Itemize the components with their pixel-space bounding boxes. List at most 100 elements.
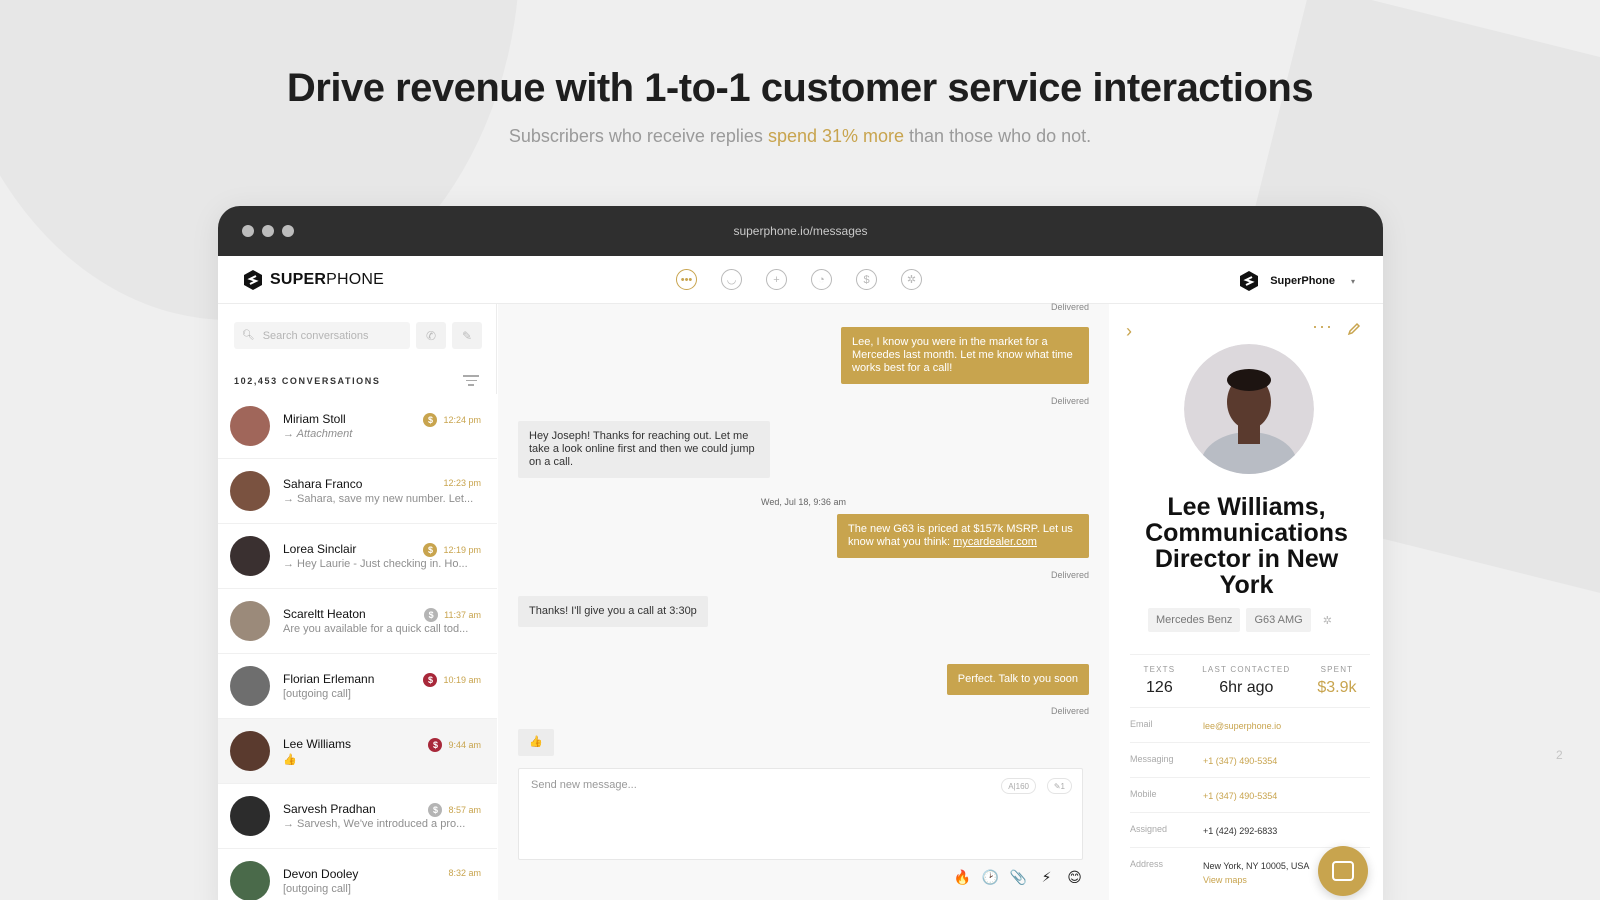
field-label: Assigned: [1130, 824, 1168, 834]
attachment-icon[interactable]: 📎: [1010, 869, 1027, 886]
conversation-meta: $8:57 am: [428, 803, 481, 817]
filter-icon[interactable]: [463, 372, 479, 389]
avatar: [230, 861, 270, 900]
message-link[interactable]: mycardealer.com: [953, 536, 1037, 548]
contacts-icon[interactable]: ◡: [721, 269, 742, 290]
message-outgoing: Perfect. Talk to you soon: [946, 664, 1089, 695]
schedule-icon[interactable]: 🕑: [982, 869, 999, 886]
contact-photo: [1184, 344, 1314, 474]
search-input[interactable]: 🔍︎ Search conversations: [234, 322, 410, 349]
stat-label: LAST CONTACTED: [1202, 665, 1291, 674]
account-menu[interactable]: SuperPhone ▾: [1238, 270, 1355, 292]
conversation-meta: $9:44 am: [428, 738, 481, 752]
more-options-icon[interactable]: ···: [1312, 316, 1333, 337]
contact-profile: › ··· Lee Williams, Communications Direc…: [1110, 304, 1383, 900]
payments-icon[interactable]: $: [856, 269, 877, 290]
conversation-item[interactable]: Lorea Sinclair → Hey Laurie - Just check…: [218, 524, 497, 589]
dollar-coin-icon: $: [423, 413, 438, 427]
conversation-item[interactable]: Sahara Franco → Sahara, save my new numb…: [218, 459, 497, 524]
date-separator-date: Wed, Jul 18,: [761, 497, 811, 507]
add-icon[interactable]: +: [766, 269, 787, 290]
assigned-number: +1 (424) 292-6833: [1203, 826, 1278, 836]
conversation-preview: → Hey Laurie - Just checking in. Ho...: [283, 558, 468, 570]
conversation-item[interactable]: Devon Dooley [outgoing call] 8:32 am: [218, 849, 497, 900]
hero-subtitle-highlight: spend 31% more: [767, 126, 905, 146]
chevron-down-icon: ▾: [1350, 276, 1355, 286]
tag-chip[interactable]: Mercedes Benz: [1148, 608, 1241, 632]
conversation-time: 8:57 am: [448, 805, 481, 815]
message-incoming-emoji: 👍: [518, 729, 554, 756]
hero-subtitle-start: Subscribers who receive replies: [508, 126, 768, 146]
conversation-count: 102,453 CONVERSATIONS: [234, 376, 381, 386]
conversation-time: 12:24 pm: [443, 415, 481, 425]
emoji-icon[interactable]: 😊: [1066, 869, 1083, 886]
field-mobile: Mobile +1 (347) 490-5354: [1130, 777, 1370, 812]
conversation-item[interactable]: Scareltt Heaton Are you available for a …: [218, 589, 497, 654]
search-icon: 🔍︎: [242, 330, 255, 341]
chat-support-button[interactable]: [1318, 846, 1368, 896]
conversation-item[interactable]: Sarvesh Pradhan → Sarvesh, We've introdu…: [218, 784, 497, 849]
edit-icon[interactable]: [1347, 322, 1361, 336]
phone-icon: ✆: [425, 328, 437, 343]
conversation-sidebar: 🔍︎ Search conversations ✆ ✎ 102,453 CONV…: [218, 304, 497, 900]
view-maps-link[interactable]: View maps: [1203, 873, 1309, 887]
chevron-right-icon[interactable]: ›: [1126, 321, 1132, 342]
search-placeholder: Search conversations: [262, 329, 369, 342]
conversation-name: Lorea Sinclair: [283, 542, 357, 556]
analytics-icon[interactable]: ◔: [811, 269, 832, 290]
dollar-coin-icon: $: [428, 738, 443, 752]
fire-icon[interactable]: 🔥: [954, 869, 971, 886]
mobile-number-link[interactable]: +1 (347) 490-5354: [1203, 789, 1277, 803]
account-name: SuperPhone: [1270, 275, 1335, 287]
tag-settings-icon[interactable]: ✲: [1323, 614, 1332, 627]
avatar: [230, 731, 270, 771]
conversation-name: Florian Erlemann: [283, 672, 375, 686]
logo-text: SUPERPHONE: [270, 271, 384, 289]
conversation-time: 9:44 am: [448, 740, 481, 750]
email-link[interactable]: lee@superphone.io: [1203, 719, 1281, 733]
date-separator-time: 9:36 am: [813, 497, 846, 507]
composer-placeholder: Send new message...: [531, 779, 637, 791]
settings-icon[interactable]: ✲: [901, 269, 922, 290]
lightning-icon[interactable]: ⚡: [1038, 869, 1055, 886]
stat-value: 126: [1146, 679, 1173, 696]
avatar: [230, 471, 270, 511]
message-composer[interactable]: Send new message... A|160 ✎1: [518, 768, 1083, 860]
browser-window: superphone.io/messages SUPERPHONE ••• ◡ …: [218, 206, 1383, 900]
app-header: SUPERPHONE ••• ◡ + ◔ $ ✲ SuperPhone ▾: [218, 256, 1383, 304]
conversation-name: Scareltt Heaton: [283, 607, 366, 621]
conversation-item[interactable]: Miriam Stoll → Attachment $12:24 pm: [218, 394, 497, 459]
conversation-meta: 12:23 pm: [443, 478, 481, 488]
conversation-time: 10:19 am: [443, 675, 481, 685]
conversation-name: Lee Williams: [283, 737, 352, 751]
stat-label: SPENT: [1320, 665, 1354, 674]
message-thread: Delivered Lee, I know you were in the ma…: [498, 302, 1109, 900]
messages-icon[interactable]: •••: [676, 269, 697, 290]
conversation-item[interactable]: Florian Erlemann [outgoing call] $10:19 …: [218, 654, 497, 719]
conversation-item[interactable]: Lee Williams 👍 $9:44 am: [218, 719, 497, 784]
delivered-status: Delivered: [1050, 706, 1089, 716]
date-separator: Wed, Jul 18, 9:36 am: [498, 497, 1109, 507]
chat-bubble-icon: [1332, 861, 1354, 881]
address-value: New York, NY 10005, USA View maps: [1203, 859, 1309, 887]
window-url: superphone.io/messages: [733, 224, 868, 238]
conversation-preview: Are you available for a quick call tod..…: [283, 623, 469, 635]
dollar-coin-icon: $: [424, 608, 439, 622]
avatar: [230, 666, 270, 706]
conversation-meta: $10:19 am: [423, 673, 481, 687]
hero-subtitle: Subscribers who receive replies spend 31…: [0, 126, 1600, 147]
conversation-time: 12:23 pm: [443, 478, 481, 488]
conversation-preview: 👍: [283, 754, 297, 766]
conversation-preview: → Sarvesh, We've introduced a pro...: [283, 818, 466, 830]
account-logo-icon: [1240, 271, 1259, 291]
call-button[interactable]: ✆: [416, 322, 446, 349]
compose-button[interactable]: ✎: [452, 322, 482, 349]
contact-name: Lee Williams, Communications Director in…: [1145, 493, 1348, 599]
stat-spent: SPENT $3.9k: [1317, 665, 1356, 697]
message-incoming: Thanks! I'll give you a call at 3:30p: [518, 596, 708, 627]
field-label: Email: [1130, 719, 1153, 729]
messaging-number-link[interactable]: +1 (347) 490-5354: [1203, 754, 1277, 768]
tag-chip[interactable]: G63 AMG: [1246, 608, 1311, 632]
page-number: 2: [1556, 748, 1563, 762]
app-logo[interactable]: SUPERPHONE: [242, 269, 384, 291]
